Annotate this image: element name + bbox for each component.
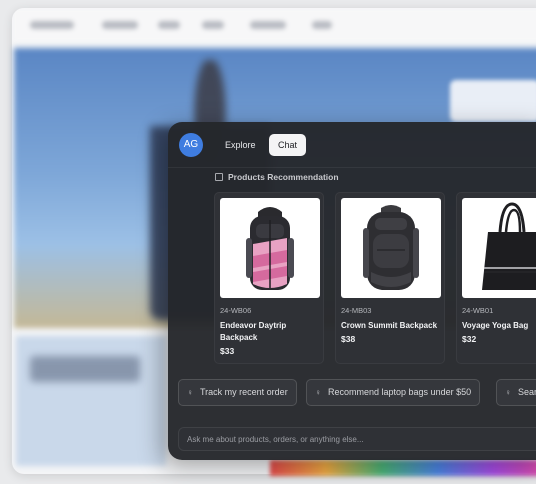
panel-header: AG Explore Chat xyxy=(168,122,536,168)
lightbulb-icon: ♀ xyxy=(187,388,193,397)
product-sku: 24-WB06 xyxy=(220,306,252,315)
suggestion-chip-track-order[interactable]: ♀ Track my recent order xyxy=(178,379,297,406)
black-backpack-icon xyxy=(363,205,419,290)
product-name[interactable]: Crown Summit Backpack xyxy=(341,320,441,332)
black-tote-bag-icon xyxy=(482,202,536,290)
section-title: Products Recommendation xyxy=(216,172,339,182)
product-card[interactable]: 24-WB06 Endeavor Daytrip Backpack $33 xyxy=(214,192,324,364)
product-card[interactable]: 24-WB01 Voyage Yoga Bag $32 xyxy=(456,192,536,364)
product-image[interactable] xyxy=(341,198,441,298)
product-price: $32 xyxy=(462,334,477,344)
product-image[interactable] xyxy=(462,198,536,298)
background-color-strip xyxy=(270,460,536,476)
product-price: $33 xyxy=(220,346,235,356)
background-nav-bar xyxy=(12,8,536,42)
pink-backpack-icon xyxy=(246,207,294,290)
suggestion-chips: ♀ Track my recent order ♀ Recommend laptop… xyxy=(178,379,536,406)
background-promo-text xyxy=(30,356,140,382)
product-name[interactable]: Voyage Yoga Bag xyxy=(462,320,536,332)
chat-input[interactable] xyxy=(179,428,536,450)
product-sku: 24-WB01 xyxy=(462,306,494,315)
section-title-label: Products Recommendation xyxy=(228,172,339,182)
suggestion-chip-search[interactable]: ♀ Sear xyxy=(496,379,536,406)
suggestion-chip-label: Recommend laptop bags under $50 xyxy=(328,387,472,397)
chat-input-container xyxy=(178,427,536,451)
lightbulb-icon: ♀ xyxy=(315,388,321,397)
tab-chat[interactable]: Chat xyxy=(269,134,307,156)
suggestion-chip-label: Sear xyxy=(518,387,536,397)
product-name[interactable]: Endeavor Daytrip Backpack xyxy=(220,320,320,344)
product-sku: 24-MB03 xyxy=(341,306,372,315)
product-carousel: 24-WB06 Endeavor Daytrip Backpack $33 24… xyxy=(214,192,536,364)
product-image[interactable] xyxy=(220,198,320,298)
product-price: $38 xyxy=(341,334,356,344)
avatar[interactable]: AG xyxy=(179,133,203,157)
tab-explore[interactable]: Explore xyxy=(216,134,265,156)
assistant-panel: AG Explore Chat Products Recommendation xyxy=(168,122,536,460)
suggestion-chip-laptop-bags[interactable]: ♀ Recommend laptop bags under $50 xyxy=(306,379,481,406)
background-hero-button xyxy=(450,80,536,122)
lightbulb-icon: ♀ xyxy=(505,388,511,397)
product-card[interactable]: 24-MB03 Crown Summit Backpack $38 xyxy=(335,192,445,364)
suggestion-chip-label: Track my recent order xyxy=(200,387,288,397)
